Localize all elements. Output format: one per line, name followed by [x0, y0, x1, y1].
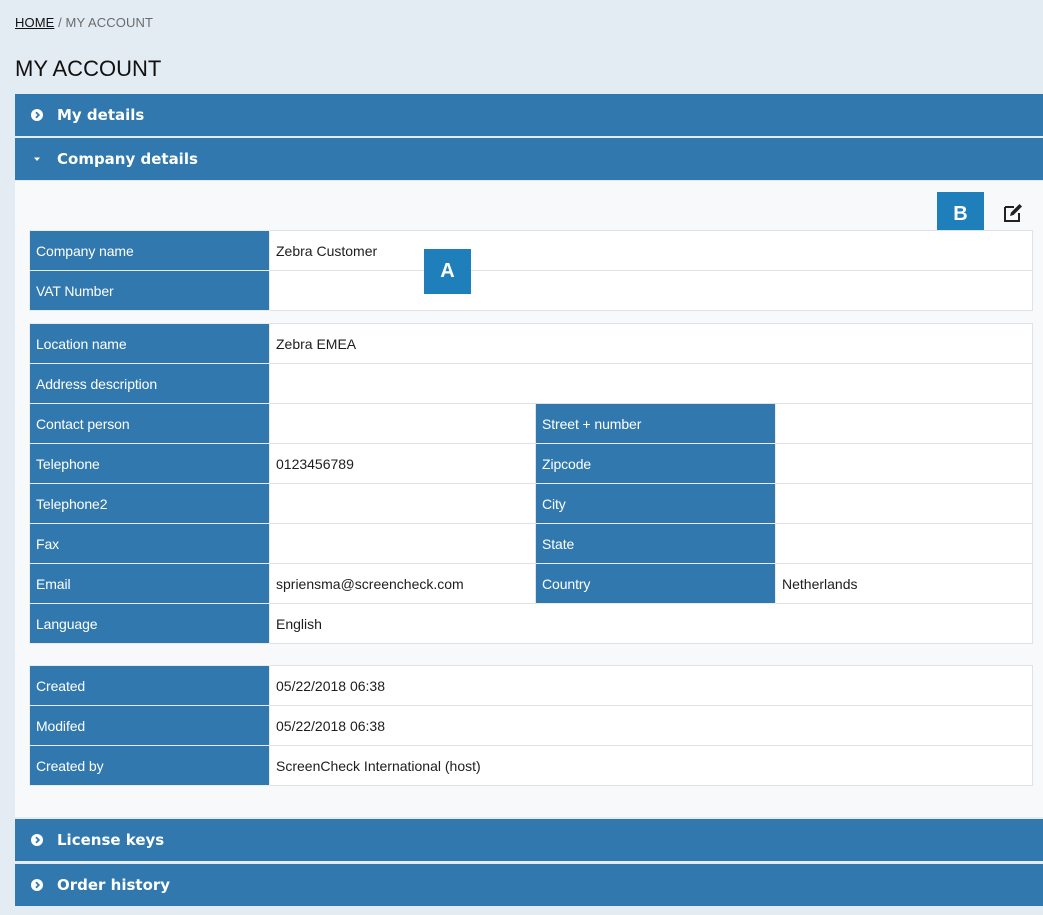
table-row: Telephone2 City — [29, 483, 1033, 524]
modified-label: Modifed — [29, 705, 270, 746]
caret-down-icon — [31, 153, 43, 165]
address-description-label: Address description — [29, 363, 270, 404]
table-row: Language English — [29, 603, 1033, 644]
section-header-company-details[interactable]: Company details — [15, 138, 1043, 180]
country-value: Netherlands — [775, 563, 1033, 604]
telephone-value: 0123456789 — [269, 443, 536, 484]
language-value: English — [269, 603, 1033, 644]
email-label: Email — [29, 563, 270, 604]
zipcode-label: Zipcode — [535, 443, 776, 484]
location-name-value: Zebra EMEA — [269, 323, 1033, 364]
company-name-value: Zebra Customer — [269, 230, 1033, 271]
table-row: Address description — [29, 363, 1033, 404]
fax-value — [269, 523, 536, 564]
section-title-order-history: Order history — [57, 876, 171, 894]
company-table: Company name Zebra Customer VAT Number — [29, 230, 1033, 311]
circle-chevron-right-icon — [31, 834, 43, 846]
created-value: 05/22/2018 06:38 — [269, 665, 1033, 706]
section-title-company-details: Company details — [57, 150, 198, 168]
page-title: MY ACCOUNT — [15, 56, 162, 81]
table-row: Modifed 05/22/2018 06:38 — [29, 705, 1033, 746]
created-by-label: Created by — [29, 745, 270, 786]
table-row: Telephone 0123456789 Zipcode — [29, 443, 1033, 484]
section-header-license-keys[interactable]: License keys — [15, 819, 1043, 861]
location-table: Location name Zebra EMEA Address descrip… — [29, 323, 1033, 644]
modified-value: 05/22/2018 06:38 — [269, 705, 1033, 746]
vat-number-value — [269, 270, 1033, 311]
contact-person-value — [269, 403, 536, 444]
country-label: Country — [535, 563, 776, 604]
telephone-label: Telephone — [29, 443, 270, 484]
street-number-label: Street + number — [535, 403, 776, 444]
table-row: Location name Zebra EMEA — [29, 323, 1033, 364]
telephone2-label: Telephone2 — [29, 483, 270, 524]
language-label: Language — [29, 603, 270, 644]
table-row: Created 05/22/2018 06:38 — [29, 665, 1033, 706]
company-name-label: Company name — [29, 230, 270, 271]
table-row: Created by ScreenCheck International (ho… — [29, 745, 1033, 786]
city-value — [775, 483, 1033, 524]
contact-person-label: Contact person — [29, 403, 270, 444]
state-label: State — [535, 523, 776, 564]
created-by-value: ScreenCheck International (host) — [269, 745, 1033, 786]
fax-label: Fax — [29, 523, 270, 564]
meta-table: Created 05/22/2018 06:38 Modifed 05/22/2… — [29, 665, 1033, 786]
zipcode-value — [775, 443, 1033, 484]
breadcrumb-current: MY ACCOUNT — [65, 15, 153, 30]
callout-a: A — [424, 249, 471, 294]
circle-chevron-right-icon — [31, 109, 43, 121]
street-number-value — [775, 403, 1033, 444]
table-row: Email spriensma@screencheck.com Country … — [29, 563, 1033, 604]
table-row: Company name Zebra Customer — [29, 230, 1033, 271]
breadcrumb: HOME / MY ACCOUNT — [15, 15, 153, 30]
breadcrumb-separator: / — [54, 15, 66, 30]
vat-number-label: VAT Number — [29, 270, 270, 311]
table-row: VAT Number — [29, 270, 1033, 311]
location-name-label: Location name — [29, 323, 270, 364]
section-title-my-details: My details — [57, 106, 145, 124]
created-label: Created — [29, 665, 270, 706]
edit-icon[interactable] — [1001, 201, 1025, 225]
section-header-my-details[interactable]: My details — [15, 94, 1043, 136]
table-row: Fax State — [29, 523, 1033, 564]
state-value — [775, 523, 1033, 564]
section-title-license-keys: License keys — [57, 831, 165, 849]
breadcrumb-home-link[interactable]: HOME — [15, 15, 54, 30]
telephone2-value — [269, 483, 536, 524]
table-row: Contact person Street + number — [29, 403, 1033, 444]
email-value: spriensma@screencheck.com — [269, 563, 536, 604]
address-description-value — [269, 363, 1033, 404]
section-header-order-history[interactable]: Order history — [15, 864, 1043, 906]
circle-chevron-right-icon — [31, 879, 43, 891]
city-label: City — [535, 483, 776, 524]
